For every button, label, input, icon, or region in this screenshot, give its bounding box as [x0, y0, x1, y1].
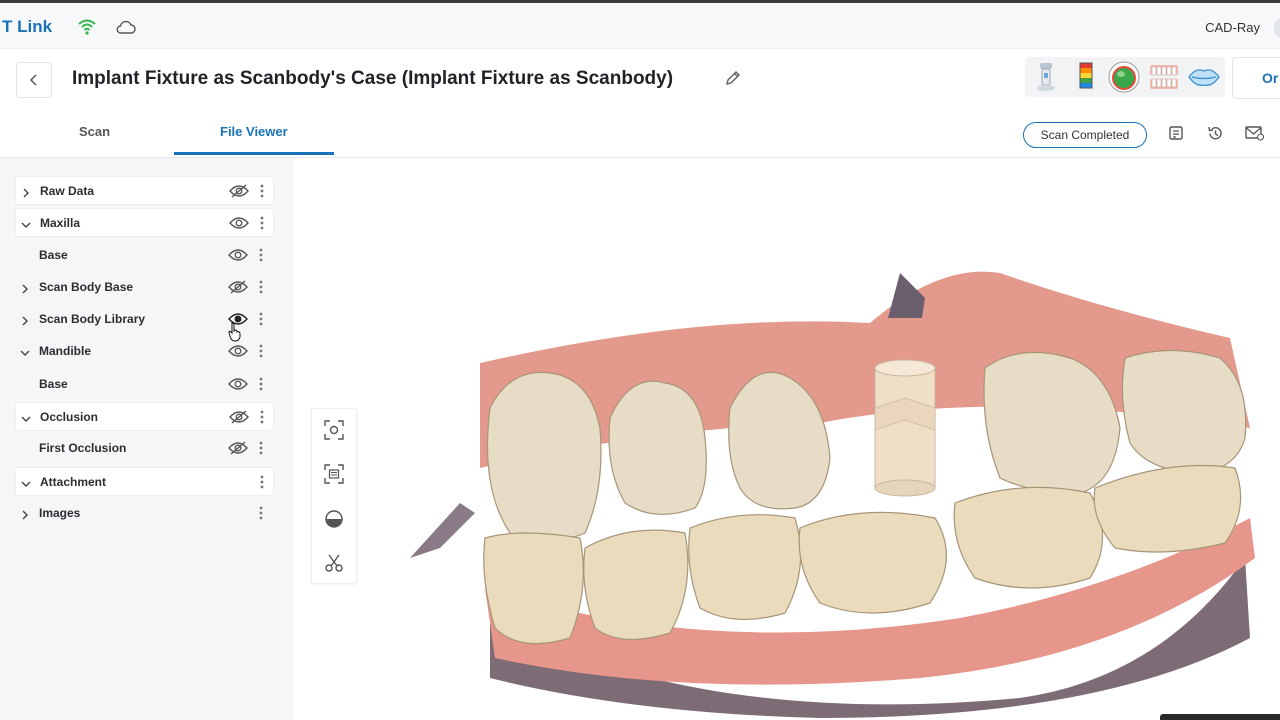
more-options-icon[interactable] — [259, 474, 265, 495]
case-header: Implant Fixture as Scanbody's Case (Impl… — [0, 49, 1280, 158]
tree-item-attachment[interactable]: Attachment — [15, 467, 274, 496]
implant-stub — [888, 273, 925, 318]
history-icon[interactable] — [1207, 125, 1224, 147]
tree-item-label: Scan Body Base — [39, 280, 134, 294]
mouse-cursor-icon — [228, 322, 241, 342]
note-icon[interactable] — [1168, 125, 1184, 146]
chevron-down-icon[interactable] — [21, 411, 31, 429]
eye-icon[interactable] — [228, 344, 248, 363]
chevron-down-icon[interactable] — [21, 476, 31, 494]
tree-item-label: Images — [39, 506, 81, 520]
viewer-mode-toolbar — [1025, 57, 1225, 97]
tree-item-label: Mandible — [39, 344, 92, 358]
eye-icon[interactable] — [228, 248, 248, 267]
scan-fragment — [410, 503, 475, 558]
wifi-icon — [78, 19, 96, 40]
chevron-down-icon[interactable] — [21, 217, 31, 235]
viewer-side-toolbar — [311, 408, 357, 584]
tree-item-label: Maxilla — [40, 216, 81, 230]
mail-icon[interactable] — [1245, 125, 1265, 146]
chevron-right-icon[interactable] — [20, 281, 30, 299]
tree-item-label: Scan Body Library — [39, 312, 146, 326]
tree-item-images[interactable]: Images — [15, 499, 274, 528]
tree-item-label: First Occlusion — [39, 441, 127, 455]
eye-off-icon[interactable] — [229, 184, 249, 203]
eye-icon[interactable] — [229, 216, 249, 235]
tree-item-maxilla[interactable]: Maxilla — [15, 208, 274, 237]
scissors-icon[interactable] — [323, 552, 345, 574]
more-options-icon[interactable] — [258, 505, 264, 526]
dental-scan-model[interactable] — [400, 258, 1260, 718]
pencil-icon[interactable] — [724, 69, 742, 92]
brand-logo: T Link — [2, 17, 53, 36]
cloud-icon[interactable] — [116, 20, 136, 39]
tree-item-raw-data[interactable]: Raw Data — [15, 176, 274, 205]
corner-overlay — [1160, 714, 1280, 720]
sphere-icon[interactable] — [1107, 60, 1141, 94]
chevron-right-icon[interactable] — [20, 313, 30, 331]
fit-view-icon[interactable] — [323, 463, 345, 485]
more-options-icon[interactable] — [258, 440, 264, 461]
heatmap-icon[interactable] — [1069, 60, 1103, 94]
tree-item-first-occlusion[interactable]: First Occlusion — [15, 434, 274, 463]
status-badge[interactable]: Scan Completed — [1023, 122, 1147, 148]
user-name[interactable]: CAD-Ray — [1205, 20, 1260, 35]
tree-item-label: Base — [39, 377, 68, 391]
more-options-icon[interactable] — [258, 279, 264, 300]
page-title: Implant Fixture as Scanbody's Case (Impl… — [72, 68, 674, 89]
more-options-icon[interactable] — [258, 247, 264, 268]
more-options-icon[interactable] — [259, 409, 265, 430]
scanner-icon[interactable] — [1029, 60, 1063, 94]
scan-body-cylinder — [874, 359, 936, 497]
eye-off-icon[interactable] — [228, 441, 248, 460]
tree-item-base[interactable]: Base — [15, 370, 274, 399]
tree-item-label: Raw Data — [40, 184, 95, 198]
lips-icon[interactable] — [1187, 60, 1221, 94]
more-options-icon[interactable] — [258, 343, 264, 364]
tree-item-label: Base — [39, 248, 68, 262]
tree-item-occlusion[interactable]: Occlusion — [15, 402, 274, 431]
tree-item-base[interactable]: Base — [15, 241, 274, 270]
more-options-icon[interactable] — [258, 376, 264, 397]
object-tree-panel: Raw Data Maxilla Base Scan Body Base Scan Bo… — [0, 158, 294, 720]
chevron-left-icon — [29, 74, 37, 86]
tree-item-label: Occlusion — [40, 410, 99, 424]
hemisphere-icon[interactable] — [323, 508, 345, 530]
eye-off-icon[interactable] — [229, 410, 249, 429]
tab-file-viewer[interactable]: File Viewer — [220, 124, 288, 139]
teeth-icon[interactable] — [1147, 60, 1181, 94]
more-options-icon[interactable] — [259, 183, 265, 204]
chevron-right-icon[interactable] — [21, 185, 31, 203]
chevron-right-icon[interactable] — [20, 507, 30, 525]
active-tab-indicator — [174, 152, 334, 155]
back-button[interactable] — [16, 62, 52, 98]
app-bar: T Link CAD-Ray — [0, 3, 1280, 49]
tree-item-scan-body-base[interactable]: Scan Body Base — [15, 273, 274, 302]
avatar[interactable] — [1274, 18, 1280, 38]
order-button[interactable]: Or — [1232, 57, 1280, 99]
tree-item-label: Attachment — [40, 475, 107, 489]
more-options-icon[interactable] — [258, 311, 264, 332]
more-options-icon[interactable] — [259, 215, 265, 236]
eye-icon[interactable] — [228, 377, 248, 396]
focus-icon[interactable] — [323, 419, 345, 441]
eye-off-icon[interactable] — [228, 280, 248, 299]
chevron-down-icon[interactable] — [20, 345, 30, 363]
tab-scan[interactable]: Scan — [79, 124, 110, 139]
